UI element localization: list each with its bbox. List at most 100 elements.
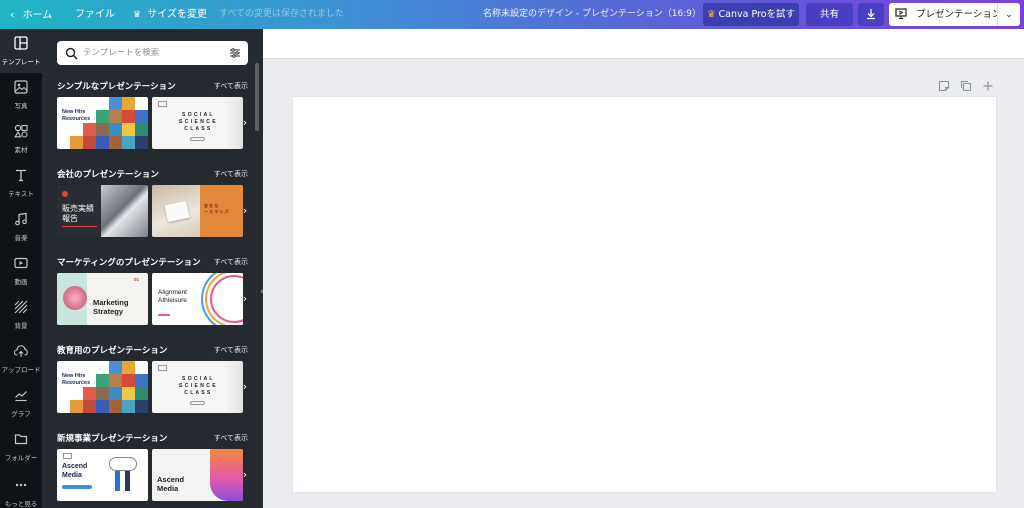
upload-icon (14, 345, 28, 357)
chevron-right-icon: › (242, 380, 248, 393)
thumb-text: New Hire Resources (62, 373, 91, 386)
more-icon (15, 483, 27, 487)
resize-button[interactable]: ♛ サイズを変更 (133, 0, 207, 29)
photo-icon (14, 80, 28, 94)
present-button[interactable]: プレゼンテーション (889, 3, 1001, 26)
home-label: ホーム (22, 10, 53, 21)
folder-icon (14, 434, 28, 445)
template-thumbnail[interactable]: S O C I A LS C I E N C EC L A S S (152, 361, 243, 413)
duplicate-page-icon[interactable] (960, 80, 972, 92)
template-thumbnail[interactable]: New Hire Resources (57, 97, 148, 149)
file-menu[interactable]: ファイル (75, 0, 115, 29)
rail-label: 背景 (14, 322, 28, 330)
canvas-area (263, 29, 1024, 508)
template-panel: テンプレートを検索 シンプルなプレゼンテーション すべて表示 New Hire R… (42, 29, 263, 508)
carousel-next-button[interactable]: › (239, 113, 251, 133)
rail-item-templates[interactable]: テンプレート (0, 29, 42, 73)
resize-label: サイズを変更 (147, 9, 207, 20)
rail-label: フォルダー (4, 454, 38, 462)
rail-item-folders[interactable]: フォルダー (0, 425, 42, 469)
template-thumbnail[interactable]: 01 Marketing Strategy (57, 273, 148, 325)
thumb-number: 01 (134, 277, 140, 282)
rail-item-charts[interactable]: グラフ (0, 381, 42, 425)
rail-item-text[interactable]: テキスト (0, 161, 42, 205)
elements-icon (14, 124, 28, 138)
crown-icon: ♛ (133, 10, 142, 20)
side-rail: テンプレート 写真 素材 テキスト 音楽 動画 背景 アップロード グラフ フォ… (0, 29, 42, 508)
thumb-text: S O C I A LS C I E N C EC L A S S (178, 112, 217, 132)
template-thumbnail[interactable]: 会 社 なー ス ラ ン ズ (152, 185, 243, 237)
download-button[interactable] (858, 3, 884, 26)
try-pro-label: Canva Proを試す (718, 9, 796, 20)
rail-item-more[interactable]: もっと見る (0, 469, 42, 508)
rail-item-uploads[interactable]: アップロード (0, 337, 42, 381)
rail-item-elements[interactable]: 素材 (0, 117, 42, 161)
chevron-right-icon: › (242, 468, 248, 481)
section-title: 会社のプレゼンテーション (57, 170, 159, 180)
template-thumbnail[interactable]: New Hire Resources (57, 361, 148, 413)
section-title: 教育用のプレゼンテーション (57, 346, 168, 356)
save-status: すべての変更は保存されました (219, 9, 345, 19)
present-label: プレゼンテーション (916, 9, 1002, 20)
try-pro-button[interactable]: ♛ Canva Proを試す (703, 3, 799, 26)
template-search-field[interactable]: テンプレートを検索 (57, 41, 248, 65)
template-thumbnail[interactable]: S O C I A LS C I E N C EC L A S S (152, 97, 243, 149)
home-button[interactable]: ‹ ホーム (10, 0, 52, 29)
chart-icon (15, 391, 27, 402)
editor-toolbar (263, 29, 1024, 59)
template-icon (14, 36, 28, 50)
template-thumbnail[interactable]: Ascend Media (57, 449, 148, 501)
rail-item-background[interactable]: 背景 (0, 293, 42, 337)
section-title: シンプルなプレゼンテーション (57, 82, 176, 92)
template-thumbnail[interactable]: Ascend Media (152, 449, 243, 501)
carousel-next-button[interactable]: › (239, 465, 251, 485)
rail-label: グラフ (11, 410, 31, 418)
rail-item-video[interactable]: 動画 (0, 249, 42, 293)
rail-item-music[interactable]: 音楽 (0, 205, 42, 249)
rail-label: 動画 (14, 278, 28, 286)
thumb-text: Ascend Media (157, 475, 185, 493)
notes-icon[interactable] (938, 80, 950, 92)
rail-label: テキスト (8, 190, 34, 198)
share-button[interactable]: 共有 (806, 3, 853, 26)
filter-icon[interactable] (229, 47, 241, 59)
top-bar: ‹ ホーム ファイル ♛ サイズを変更 すべての変更は保存されました 名称未設定… (0, 0, 1024, 29)
chevron-left-icon: ‹ (10, 8, 15, 21)
carousel-next-button[interactable]: › (239, 377, 251, 397)
present-icon (895, 8, 907, 19)
thumb-text: Ascend Media (62, 463, 88, 479)
chevron-right-icon: › (242, 292, 248, 305)
search-placeholder: テンプレートを検索 (83, 48, 160, 58)
chevron-down-icon: ⌄ (1005, 10, 1013, 20)
thumb-text: Marketing Strategy (93, 298, 129, 316)
see-all-link[interactable]: すべて表示 (214, 257, 248, 267)
document-title[interactable]: 名称未設定のデザイン - プレゼンテーション（16:9） (483, 0, 701, 29)
thumb-text: Alignment Athleisure (158, 289, 187, 304)
section-title: マーケティングのプレゼンテーション (57, 258, 201, 268)
see-all-link[interactable]: すべて表示 (214, 169, 248, 179)
thumb-text: New Hire Resources (62, 109, 91, 122)
crown-icon: ♛ (706, 9, 716, 20)
rail-label: テンプレート (1, 58, 41, 66)
chevron-right-icon: › (242, 116, 248, 129)
rail-label: アップロード (1, 366, 41, 374)
add-page-icon[interactable] (982, 80, 994, 92)
thumb-text: S O C I A LS C I E N C EC L A S S (178, 376, 217, 396)
see-all-link[interactable]: すべて表示 (214, 81, 248, 91)
template-thumbnail[interactable]: 販売実績 報告 (57, 185, 148, 237)
present-options-button[interactable]: ⌄ (997, 3, 1020, 26)
panel-scrollbar[interactable] (255, 63, 259, 131)
search-icon (65, 47, 78, 60)
music-icon (15, 212, 27, 226)
background-icon (14, 300, 28, 314)
see-all-link[interactable]: すべて表示 (214, 433, 248, 443)
rail-item-photos[interactable]: 写真 (0, 73, 42, 117)
carousel-next-button[interactable]: › (239, 289, 251, 309)
thumb-text: 販売実績 報告 (62, 204, 94, 223)
carousel-next-button[interactable]: › (239, 201, 251, 221)
rail-label: もっと見る (4, 500, 38, 508)
see-all-link[interactable]: すべて表示 (214, 345, 248, 355)
rail-label: 写真 (14, 102, 28, 110)
slide-canvas[interactable] (293, 97, 996, 492)
template-thumbnail[interactable]: Alignment Athleisure (152, 273, 243, 325)
